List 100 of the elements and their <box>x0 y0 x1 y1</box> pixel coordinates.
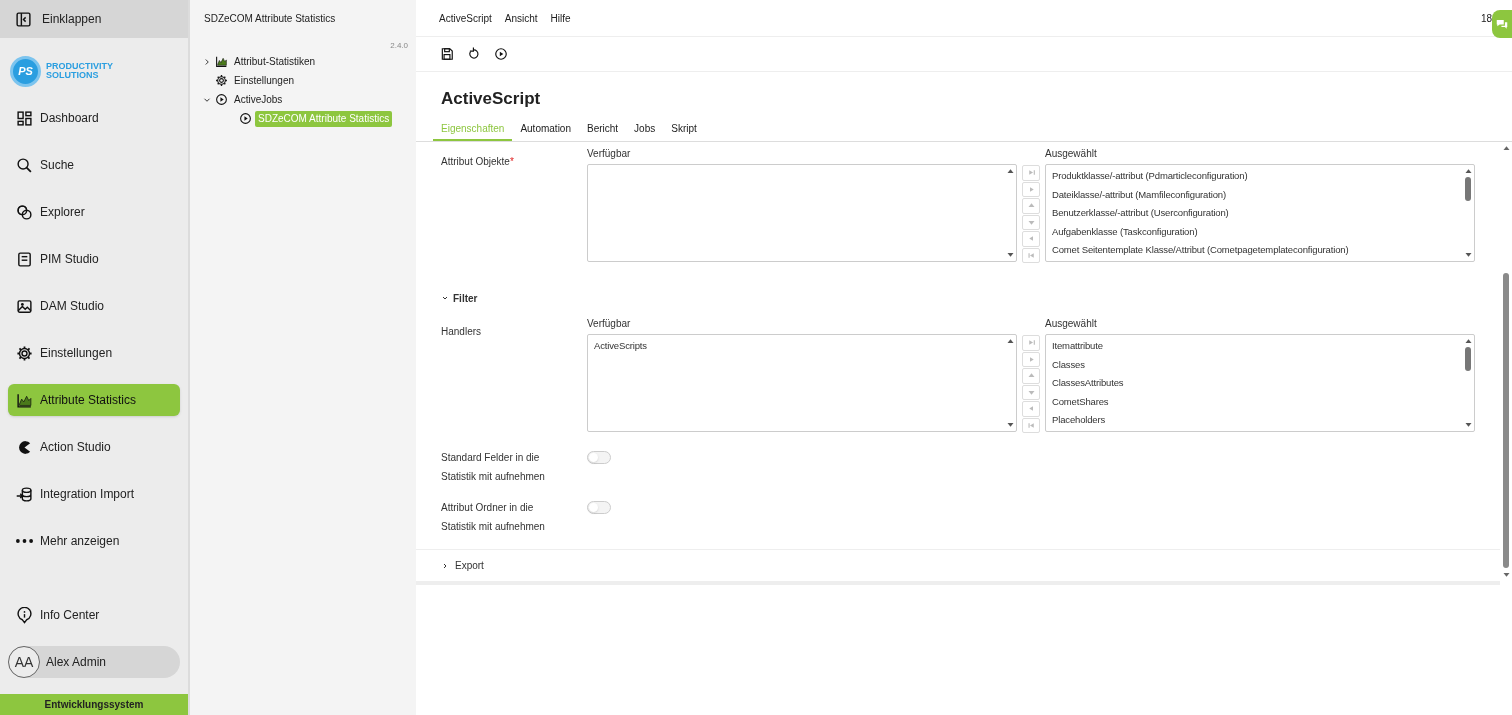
reload-icon <box>467 47 481 61</box>
chat-button[interactable] <box>1492 10 1512 38</box>
column-label: Verfügbar <box>587 317 632 331</box>
user-avatar: AA <box>8 646 40 678</box>
move-left-button[interactable] <box>1022 231 1040 247</box>
skip-left-icon <box>1026 420 1036 430</box>
reload-button[interactable] <box>467 47 481 61</box>
version-label: 2.4.0 <box>390 40 408 52</box>
list-item[interactable]: Dateiklasse/-attribut (Mamfileconfiguration) <box>1052 185 1462 205</box>
dashboard-icon <box>16 109 33 127</box>
skip-right-icon <box>1026 168 1036 178</box>
skip-right-icon <box>1026 338 1036 348</box>
move-right-button[interactable] <box>1022 351 1040 367</box>
list-box[interactable]: ActiveScripts <box>587 334 1017 432</box>
nav-item[interactable]: Attribute Statistics <box>8 384 180 416</box>
run-button[interactable] <box>494 47 508 61</box>
logo-text: SOLUTIONS <box>46 71 100 80</box>
play-circle-icon <box>215 93 228 106</box>
move-right-button[interactable] <box>1022 181 1040 197</box>
play-circle-icon <box>239 112 252 125</box>
collapse-button[interactable]: Einklappen <box>0 0 188 38</box>
list-item[interactable]: ClassesAttributes <box>1052 374 1462 393</box>
move-all-left-button[interactable] <box>1022 247 1040 263</box>
document-icon <box>16 250 33 268</box>
nav-item[interactable]: Action Studio <box>8 431 180 463</box>
nav-item[interactable]: DAM Studio <box>8 290 180 322</box>
scroll-thumb[interactable] <box>1465 347 1471 371</box>
database-import-icon <box>16 485 33 503</box>
move-down-button[interactable] <box>1022 384 1040 400</box>
toggle-switch[interactable] <box>587 501 611 514</box>
tree-item[interactable]: Einstellungen <box>231 72 298 89</box>
nav-item[interactable]: Explorer <box>8 196 180 228</box>
nav-item[interactable]: Suche <box>8 149 180 181</box>
environment-banner: Entwicklungssystem <box>0 694 188 715</box>
move-down-button[interactable] <box>1022 214 1040 230</box>
nav-item[interactable]: Einstellungen <box>8 337 180 369</box>
more-icon <box>16 539 33 543</box>
chat-bubbles-icon <box>1495 17 1509 31</box>
field-label: Attribut Objekte* <box>441 156 514 167</box>
list-item[interactable]: Placeholders <box>1052 411 1462 430</box>
user-button[interactable]: AA Alex Admin <box>8 646 180 678</box>
pacman-icon <box>16 438 33 456</box>
list-item[interactable]: Classes <box>1052 355 1462 375</box>
page-title: ActiveScript <box>440 88 542 110</box>
menu-item[interactable]: ActiveScript <box>439 10 492 26</box>
tab[interactable]: Bericht <box>579 118 627 141</box>
gear-icon <box>215 74 228 87</box>
list-item[interactable]: Aufgabenklasse (Taskconfiguration) <box>1052 222 1462 242</box>
column-label: Ausgewählt <box>1045 147 1098 161</box>
move-up-button[interactable] <box>1022 368 1040 384</box>
save-button[interactable] <box>440 47 454 61</box>
logo-badge: PS <box>10 55 41 87</box>
scroll-up-icon <box>1463 337 1473 346</box>
list-item[interactable]: Comet Seitentemplate Klasse/Attribut (Cometpagetemplateconfiguration) <box>1052 241 1462 260</box>
move-all-right-button[interactable] <box>1022 165 1040 181</box>
toggle-label: Attribut Ordner in die Statistik mit aufnehmen <box>441 501 546 534</box>
chevron-right-icon <box>441 561 449 570</box>
collapse-icon <box>15 10 32 28</box>
move-all-left-button[interactable] <box>1022 417 1040 433</box>
nav-item[interactable]: Mehr anzeigen <box>8 525 180 557</box>
toggle-switch[interactable] <box>587 451 611 464</box>
linked-rings-icon <box>16 203 33 221</box>
list-item[interactable]: Benutzerklasse/-attribut (Userconfiguration) <box>1052 204 1462 223</box>
scroll-down-icon <box>1463 250 1473 259</box>
nav-item[interactable]: Dashboard <box>8 102 180 134</box>
info-pin-icon <box>16 606 33 624</box>
scroll-up-icon <box>1463 167 1473 176</box>
tab[interactable]: Automation <box>512 118 579 141</box>
area-chart-icon <box>16 391 33 409</box>
tab[interactable]: Skript <box>663 118 705 141</box>
tab[interactable]: Jobs <box>626 118 664 141</box>
scroll-up-icon <box>1005 337 1015 346</box>
section-header[interactable]: Filter <box>441 291 478 305</box>
tree-item[interactable]: Attribut-Statistiken <box>231 53 319 70</box>
list-item[interactable]: Produktklasse/-attribut (Pdmarticleconfiguration) <box>1052 167 1462 186</box>
list-box[interactable]: Itemattribute Classes ClassesAttributes CometShares Placeholders <box>1045 334 1475 432</box>
list-item[interactable]: CometShares <box>1052 392 1462 412</box>
move-left-button[interactable] <box>1022 401 1040 417</box>
search-icon <box>16 156 33 174</box>
move-up-button[interactable] <box>1022 198 1040 214</box>
header-text: 18 <box>1480 11 1492 26</box>
scroll-up-icon <box>1005 167 1015 176</box>
list-item[interactable]: ActiveScripts <box>594 337 1004 356</box>
menu-item[interactable]: Ansicht <box>504 10 538 26</box>
scroll-down-icon <box>1005 420 1015 429</box>
scroll-down-icon <box>1005 250 1015 259</box>
nav-item[interactable]: Integration Import <box>8 478 180 510</box>
play-circle-icon <box>494 47 508 61</box>
column-label: Verfügbar <box>587 147 632 161</box>
nav-item[interactable]: PIM Studio <box>8 243 180 275</box>
section-header[interactable]: Export <box>441 558 484 573</box>
nav-item[interactable]: Info Center <box>8 599 180 631</box>
menu-item[interactable]: Hilfe <box>550 10 571 26</box>
area-chart-icon <box>215 55 228 68</box>
scroll-thumb[interactable] <box>1465 177 1471 201</box>
list-item[interactable]: Itemattribute <box>1052 337 1462 356</box>
field-label: Handlers <box>441 326 482 337</box>
move-all-right-button[interactable] <box>1022 335 1040 351</box>
tree-item[interactable]: ActiveJobs <box>231 91 286 108</box>
list-box[interactable] <box>1045 164 1475 262</box>
